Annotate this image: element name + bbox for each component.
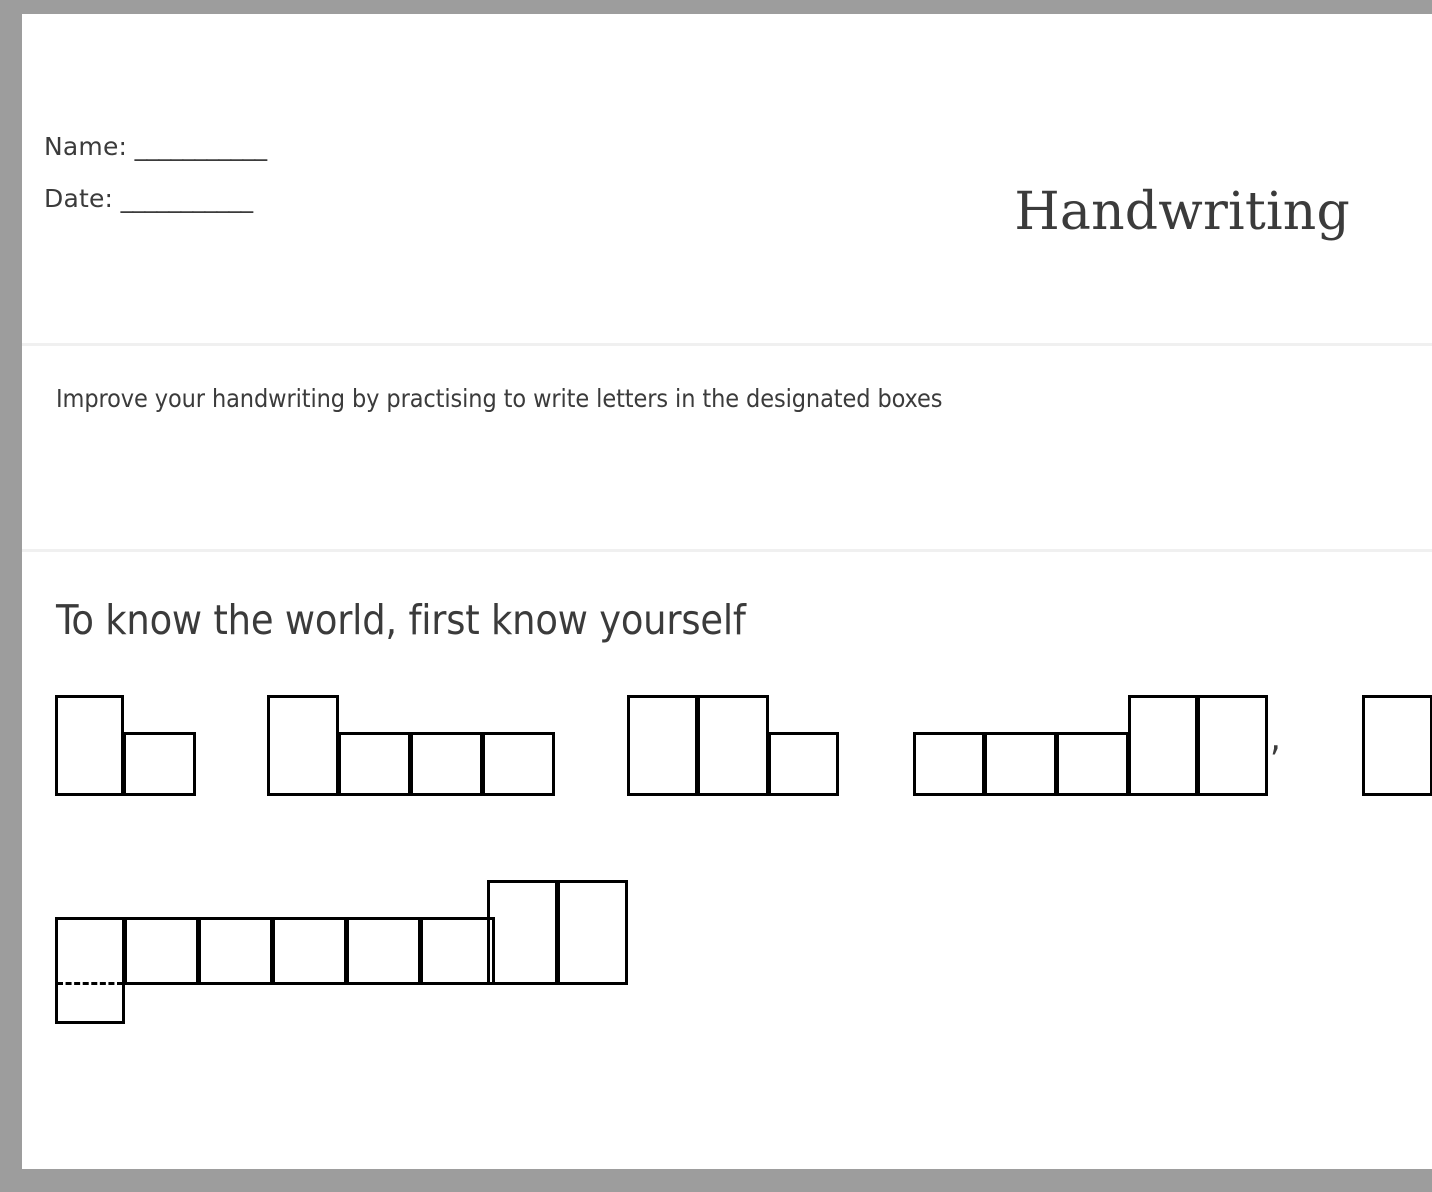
letter-baseline — [629, 793, 696, 796]
name-blank-line[interactable]: ___________ — [127, 132, 268, 161]
letter-baseline — [274, 982, 345, 985]
divider-header — [22, 343, 1432, 346]
letter-box[interactable] — [697, 695, 769, 796]
letter-box[interactable] — [1197, 695, 1268, 796]
letter-baseline — [340, 793, 409, 796]
letter-box[interactable] — [913, 732, 985, 796]
letter-box[interactable] — [1056, 732, 1129, 796]
date-label: Date: — [44, 184, 114, 213]
letter-box[interactable] — [198, 917, 273, 985]
letter-box[interactable] — [627, 695, 698, 796]
letter-baseline — [422, 982, 493, 985]
letter-baseline — [57, 793, 122, 796]
date-blank-line[interactable]: ___________ — [113, 184, 254, 213]
letter-baseline — [1058, 793, 1127, 796]
letter-baseline — [1364, 793, 1431, 796]
letter-box[interactable] — [267, 695, 339, 796]
name-label: Name: — [44, 132, 128, 161]
letter-baseline — [484, 793, 553, 796]
letter-box[interactable] — [123, 732, 196, 796]
letter-box[interactable] — [1362, 695, 1432, 796]
letter-box[interactable] — [55, 695, 124, 796]
worksheet-page: Name: ___________ Date: ___________ Hand… — [22, 14, 1432, 1169]
letter-baseline — [986, 793, 1055, 796]
letter-box[interactable] — [768, 732, 839, 796]
letter-box[interactable] — [124, 917, 199, 985]
instructions-text: Improve your handwriting by practising t… — [56, 384, 943, 413]
punctuation-mark: , — [1270, 715, 1281, 759]
date-field-row: Date: ___________ — [44, 186, 267, 211]
letter-box[interactable] — [346, 917, 421, 985]
letter-baseline — [125, 793, 194, 796]
page-border-frame: Name: ___________ Date: ___________ Hand… — [0, 0, 1432, 1192]
letter-baseline — [770, 793, 837, 796]
header-section: Name: ___________ Date: ___________ Hand… — [22, 14, 1432, 343]
student-info-fields: Name: ___________ Date: ___________ — [44, 134, 267, 238]
letter-box[interactable] — [487, 880, 558, 985]
divider-instructions — [22, 549, 1432, 552]
letter-box[interactable] — [482, 732, 555, 796]
letter-baseline — [1130, 793, 1196, 796]
letter-baseline — [559, 982, 626, 985]
letter-baseline — [126, 982, 197, 985]
name-field-row: Name: ___________ — [44, 134, 267, 159]
page-title: Handwriting — [1014, 182, 1350, 242]
letter-baseline — [699, 793, 767, 796]
letter-baseline — [1199, 793, 1266, 796]
practice-phrase-heading: To know the world, first know yourself — [56, 596, 746, 644]
letter-box[interactable] — [420, 917, 495, 985]
letter-baseline — [489, 982, 556, 985]
letter-box[interactable] — [55, 917, 125, 1024]
letter-box[interactable] — [338, 732, 411, 796]
letter-baseline — [269, 793, 337, 796]
letter-box[interactable] — [1128, 695, 1198, 796]
letter-baseline — [412, 793, 481, 796]
letter-baseline — [200, 982, 271, 985]
letter-box[interactable] — [984, 732, 1057, 796]
letter-baseline — [57, 982, 123, 985]
letter-baseline — [348, 982, 419, 985]
letter-baseline — [915, 793, 983, 796]
letter-box[interactable] — [410, 732, 483, 796]
letter-box[interactable] — [557, 880, 628, 985]
letter-box[interactable] — [272, 917, 347, 985]
